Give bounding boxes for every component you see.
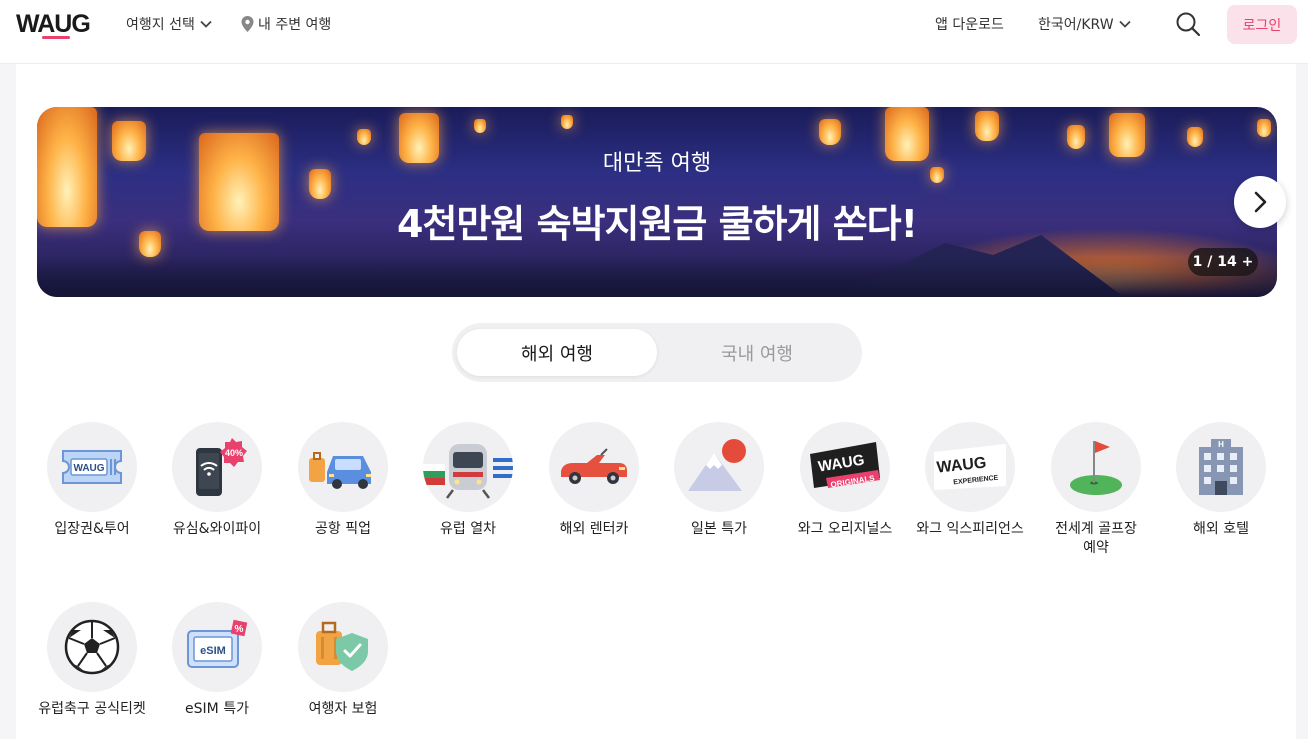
lantern-decoration: [1187, 127, 1203, 147]
svg-text:H: H: [1218, 440, 1224, 449]
destination-select-dropdown[interactable]: 여행지 선택: [126, 14, 213, 34]
category-icon-circle: WAUG ORIGINALS: [800, 422, 890, 512]
app-download-label: 앱 다운로드: [935, 17, 1004, 33]
location-pin-icon: [241, 16, 254, 32]
app-download-link[interactable]: 앱 다운로드: [935, 14, 1004, 34]
banner-next-button[interactable]: [1234, 176, 1286, 228]
travel-type-toggle: 해외 여행 국내 여행: [452, 323, 862, 382]
category-travel-insurance[interactable]: 여행자 보험: [283, 602, 403, 719]
svg-text:WAUG: WAUG: [73, 463, 104, 474]
category-overseas-rentacar[interactable]: 해외 렌터카: [534, 422, 654, 539]
banner-city-lights: [37, 257, 1277, 297]
category-tickets-tours[interactable]: WAUG 입장권&투어: [32, 422, 152, 539]
lantern-decoration: [561, 115, 573, 129]
soccer-ball-icon: [64, 619, 120, 675]
category-icon-circle: H: [1176, 422, 1266, 512]
category-icon-circle: WAUG: [47, 422, 137, 512]
language-currency-select[interactable]: 한국어/KRW: [1038, 14, 1132, 34]
destination-select-label: 여행지 선택: [126, 17, 195, 33]
train-icon: [423, 444, 513, 499]
convertible-car-icon: [561, 448, 627, 484]
banner-subtitle: 대만족 여행: [602, 151, 712, 176]
category-icon-circle: [298, 422, 388, 512]
category-esim-deals[interactable]: eSIM % eSIM 특가: [157, 602, 277, 719]
category-label: 일본 특가: [691, 521, 747, 537]
chevron-right-icon: [1254, 191, 1267, 213]
car-luggage-icon: [309, 452, 371, 489]
waug-logo[interactable]: WAUG: [16, 10, 91, 39]
category-euro-football[interactable]: 유럽축구 공식티켓: [32, 602, 152, 719]
category-icon-circle: [298, 602, 388, 692]
category-icon-circle: [1051, 422, 1141, 512]
logo-underline: [42, 36, 70, 39]
tab-domestic[interactable]: 국내 여행: [657, 329, 857, 376]
waug-experience-icon: WAUG EXPERIENCE: [934, 444, 1006, 490]
category-icon-circle: [674, 422, 764, 512]
category-icon-circle: [423, 422, 513, 512]
chevron-down-icon: [200, 20, 212, 28]
category-label: 해외 렌터카: [559, 521, 629, 537]
category-label: 유럽축구 공식티켓: [38, 701, 146, 717]
category-label: 공항 픽업: [315, 521, 371, 537]
banner-title: 4천만원 숙박지원금 쿨하게 쏜다!: [397, 202, 918, 246]
hotel-building-icon: H: [1199, 439, 1243, 495]
waug-originals-icon: WAUG ORIGINALS: [810, 442, 880, 489]
banner-page-counter[interactable]: 1 / 14 +: [1188, 248, 1258, 276]
category-label: 해외 호텔: [1193, 521, 1249, 537]
language-currency-label: 한국어/KRW: [1038, 17, 1114, 33]
search-button[interactable]: [1174, 10, 1202, 38]
category-icon-circle: [47, 602, 137, 692]
category-icon-circle: eSIM %: [172, 602, 262, 692]
nearby-travel-label: 내 주변 여행: [258, 17, 332, 33]
esim-card-icon: eSIM %: [187, 619, 248, 668]
category-waug-originals[interactable]: WAUG ORIGINALS 와그 오리지널스: [785, 422, 905, 539]
insurance-shield-icon: [316, 621, 368, 671]
category-global-golf[interactable]: 전세계 골프장 예약: [1036, 422, 1156, 558]
category-label: 와그 익스피리언스: [916, 521, 1024, 537]
nearby-travel-link[interactable]: 내 주변 여행: [241, 14, 331, 34]
category-label: 여행자 보험: [308, 701, 378, 717]
lantern-decoration: [357, 129, 371, 145]
category-europe-train[interactable]: 유럽 열차: [408, 422, 528, 539]
discount-badge-text: 40%: [225, 448, 243, 458]
lantern-decoration: [1257, 119, 1271, 137]
category-japan-deals[interactable]: 일본 특가: [659, 422, 779, 539]
category-overseas-hotel[interactable]: H 해외 호텔: [1161, 422, 1281, 539]
promo-banner[interactable]: 대만족 여행 4천만원 숙박지원금 쿨하게 쏜다!: [37, 107, 1277, 297]
category-label: 유럽 열차: [440, 521, 496, 537]
category-label: 유심&와이파이: [172, 521, 262, 537]
category-usim-wifi[interactable]: 40% 유심&와이파이: [157, 422, 277, 539]
category-label: 입장권&투어: [54, 521, 130, 537]
category-label-line1: 전세계 골프장: [1055, 521, 1137, 537]
lantern-decoration: [819, 119, 841, 145]
icon-logo-text: eSIM: [200, 645, 226, 657]
golf-flag-icon: [1070, 441, 1122, 495]
category-label: eSIM 특가: [185, 701, 249, 717]
search-icon: [1176, 12, 1201, 37]
category-waug-experience[interactable]: WAUG EXPERIENCE 와그 익스피리언스: [910, 422, 1030, 539]
phone-wifi-icon: 40%: [196, 438, 247, 496]
ticket-icon: WAUG: [62, 450, 122, 484]
category-icon-circle: 40%: [172, 422, 262, 512]
chevron-down-icon: [1118, 20, 1131, 28]
tab-overseas[interactable]: 해외 여행: [457, 329, 657, 376]
lantern-decoration: [975, 111, 999, 141]
mount-fuji-icon: [688, 439, 746, 491]
category-label: 와그 오리지널스: [797, 521, 893, 537]
top-navigation-bar: WAUG 여행지 선택 내 주변 여행 앱 다운로드 한국어/KRW 로그인: [0, 0, 1308, 64]
category-label: 전세계 골프장 예약: [1036, 520, 1156, 558]
category-icon-circle: WAUG EXPERIENCE: [925, 422, 1015, 512]
category-airport-pickup[interactable]: 공항 픽업: [283, 422, 403, 539]
svg-text:%: %: [235, 624, 244, 635]
category-icon-circle: [549, 422, 639, 512]
lantern-decoration: [474, 119, 486, 133]
login-button[interactable]: 로그인: [1227, 5, 1297, 44]
category-label-line2: 예약: [1083, 540, 1109, 556]
